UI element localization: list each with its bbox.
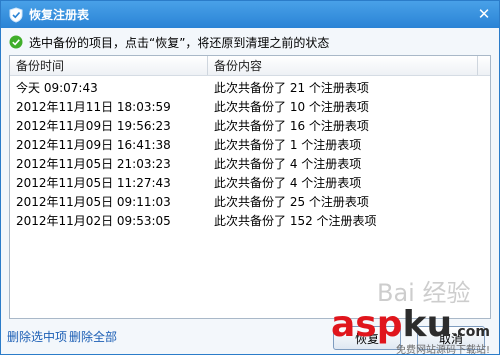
delete-selected-link[interactable]: 删除选中项 — [7, 328, 67, 345]
shield-icon — [9, 6, 23, 23]
check-circle-icon — [9, 35, 23, 49]
cell-backup-content: 此次共备份了 10 个注册表项 — [214, 100, 369, 114]
list-rows: 今天 09:07:43 此次共备份了 21 个注册表项 2012年11月11日 … — [10, 76, 490, 230]
cell-backup-time: 2012年11月11日 18:03:59 — [16, 100, 171, 114]
hint-text: 选中备份的项目，点击“恢复”，将还原到清理之前的状态 — [29, 35, 330, 50]
cell-backup-content: 此次共备份了 152 个注册表项 — [214, 214, 377, 228]
cell-backup-content: 此次共备份了 1 个注册表项 — [214, 138, 362, 152]
hint-bar: 选中备份的项目，点击“恢复”，将还原到清理之前的状态 — [9, 33, 329, 51]
cell-backup-time: 2012年11月09日 16:41:38 — [16, 138, 171, 152]
watermark-subtitle: 免费网站源码下载站! — [396, 345, 491, 356]
watermark-logo-part-a: asp — [331, 304, 403, 345]
table-row[interactable]: 2012年11月05日 09:11:03 此次共备份了 25 个注册表项 — [10, 192, 490, 211]
cell-backup-content: 此次共备份了 25 个注册表项 — [214, 195, 369, 209]
cell-backup-time: 2012年11月05日 21:03:23 — [16, 157, 171, 171]
cell-backup-content: 此次共备份了 21 个注册表项 — [214, 81, 369, 95]
table-row[interactable]: 2012年11月05日 21:03:23 此次共备份了 4 个注册表项 — [10, 154, 490, 173]
watermark-logo-suffix: .com — [452, 324, 490, 340]
cell-backup-content: 此次共备份了 4 个注册表项 — [214, 176, 362, 190]
table-row[interactable]: 2012年11月09日 19:56:23 此次共备份了 16 个注册表项 — [10, 116, 490, 135]
column-header-backup-content[interactable]: 备份内容 — [208, 56, 478, 75]
window-title: 恢复注册表 — [29, 8, 90, 22]
restore-registry-dialog: 恢复注册表 ✕ 选中备份的项目，点击“恢复”，将还原到清理之前的状态 备份时间 … — [0, 0, 500, 356]
column-header-backup-time[interactable]: 备份时间 — [10, 56, 208, 75]
baidu-watermark: Bai 经验 — [377, 279, 471, 307]
cell-backup-time: 今天 09:07:43 — [16, 81, 98, 95]
title-bar: 恢复注册表 ✕ — [1, 1, 499, 28]
watermark-logo-part-b: ku — [402, 304, 453, 345]
table-row[interactable]: 2012年11月09日 16:41:38 此次共备份了 1 个注册表项 — [10, 135, 490, 154]
cell-backup-time: 2012年11月02日 09:53:05 — [16, 214, 171, 228]
cell-backup-content: 此次共备份了 16 个注册表项 — [214, 119, 369, 133]
cell-backup-time: 2012年11月05日 09:11:03 — [16, 195, 171, 209]
list-header: 备份时间 备份内容 — [10, 56, 490, 76]
delete-all-link[interactable]: 删除全部 — [69, 328, 117, 345]
table-row[interactable]: 2012年11月05日 11:27:43 此次共备份了 4 个注册表项 — [10, 173, 490, 192]
cell-backup-time: 2012年11月09日 19:56:23 — [16, 119, 171, 133]
close-icon[interactable]: ✕ — [478, 5, 491, 23]
table-row[interactable]: 今天 09:07:43 此次共备份了 21 个注册表项 — [10, 78, 490, 97]
cell-backup-content: 此次共备份了 4 个注册表项 — [214, 157, 362, 171]
table-row[interactable]: 2012年11月11日 18:03:59 此次共备份了 10 个注册表项 — [10, 97, 490, 116]
close-button[interactable]: ✕ — [473, 3, 495, 25]
cell-backup-time: 2012年11月05日 11:27:43 — [16, 176, 171, 190]
table-row[interactable]: 2012年11月02日 09:53:05 此次共备份了 152 个注册表项 — [10, 211, 490, 230]
